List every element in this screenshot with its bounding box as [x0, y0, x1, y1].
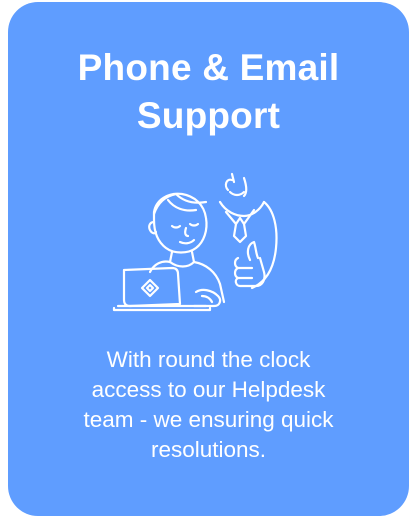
- card-title-line-2: Support: [136, 95, 281, 136]
- support-agents-illustration-icon: [110, 172, 280, 322]
- description-line-4: resolutions.: [150, 437, 267, 462]
- description-line-2: access to our Helpdesk: [91, 377, 326, 402]
- card-title-line-1: Phone & Email: [77, 47, 340, 88]
- description-line-3: team - we ensuring quick: [83, 407, 334, 432]
- description-line-1: With round the clock: [106, 347, 311, 372]
- phone-email-support-card: Phone & Email Support With round the clo…: [8, 2, 409, 516]
- card-description: With round the clock access to our Helpd…: [48, 345, 369, 465]
- card-title: Phone & Email Support: [8, 44, 409, 140]
